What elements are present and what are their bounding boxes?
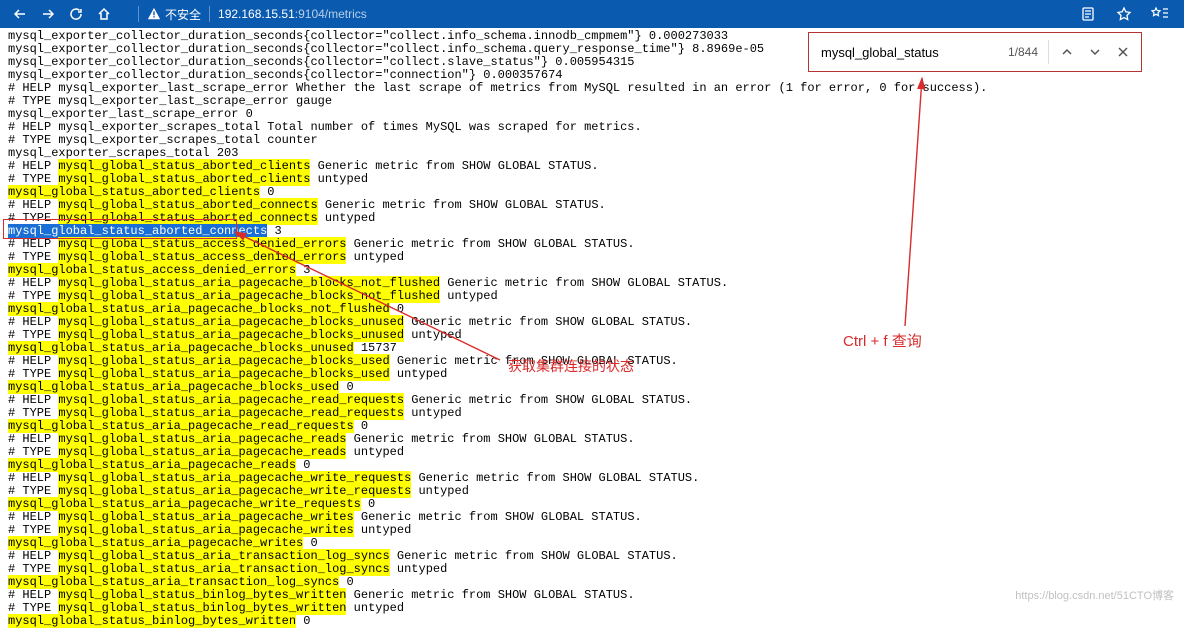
address-bar[interactable]: 不安全 192.168.15.51:9104/metrics — [124, 0, 1070, 28]
find-input[interactable] — [821, 45, 971, 60]
url-path: :9104/metrics — [295, 7, 367, 21]
find-close-button[interactable] — [1109, 38, 1137, 66]
warning-icon — [147, 7, 161, 21]
favorites-bar-button[interactable] — [1142, 0, 1178, 28]
annotation-label-1: 获取集群连接的状态 — [508, 356, 634, 376]
home-button[interactable] — [90, 1, 118, 27]
insecure-label: 不安全 — [165, 6, 201, 23]
metrics-text: mysql_exporter_collector_duration_second… — [0, 28, 1184, 630]
favorite-button[interactable] — [1106, 0, 1142, 28]
back-button[interactable] — [6, 1, 34, 27]
reader-button[interactable] — [1070, 0, 1106, 28]
forward-button[interactable] — [34, 1, 62, 27]
refresh-button[interactable] — [62, 1, 90, 27]
watermark: https://blog.csdn.net/51CTO博客 — [1015, 587, 1174, 603]
url-host: 192.168.15.51 — [218, 7, 295, 21]
find-next-button[interactable] — [1081, 38, 1109, 66]
annotation-label-2: Ctrl + f 查询 — [843, 330, 922, 351]
browser-toolbar: 不安全 192.168.15.51:9104/metrics — [0, 0, 1184, 28]
find-bar: 1/844 — [808, 32, 1142, 72]
find-count: 1/844 — [1008, 45, 1038, 59]
find-prev-button[interactable] — [1053, 38, 1081, 66]
